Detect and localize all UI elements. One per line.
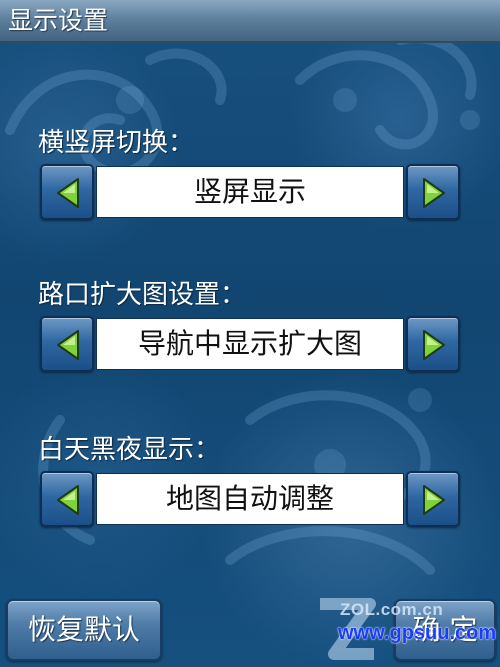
left-arrow-icon (57, 330, 79, 360)
page-title: 显示设置 (8, 6, 109, 35)
orientation-prev-button[interactable] (40, 164, 94, 220)
title-bar: 显示设置 (0, 0, 500, 43)
display-settings-screen: 显示设置 横竖屏切换： 竖屏显示 路口扩大图设置： 导航中显示扩大图 白天黑夜显… (0, 0, 500, 667)
restore-defaults-button[interactable]: 恢复默认 (6, 599, 162, 661)
orientation-value: 竖屏显示 (96, 166, 404, 218)
watermark-url-text: www.gpsuu.com (338, 622, 497, 644)
left-arrow-icon (57, 485, 79, 515)
orientation-label: 横竖屏切换： (38, 128, 195, 158)
watermark-site-text: ZOL.com.cn (340, 600, 444, 619)
day-night-label: 白天黑夜显示： (38, 435, 221, 465)
junction-view-next-button[interactable] (406, 316, 460, 372)
junction-view-selector: 导航中显示扩大图 (40, 316, 460, 372)
orientation-next-button[interactable] (406, 164, 460, 220)
junction-view-value: 导航中显示扩大图 (96, 318, 404, 370)
right-arrow-icon (423, 330, 445, 360)
junction-view-prev-button[interactable] (40, 316, 94, 372)
day-night-next-button[interactable] (406, 471, 460, 527)
right-arrow-icon (423, 485, 445, 515)
day-night-prev-button[interactable] (40, 471, 94, 527)
left-arrow-icon (57, 178, 79, 208)
junction-view-label: 路口扩大图设置： (38, 280, 247, 310)
day-night-selector: 地图自动调整 (40, 471, 460, 527)
day-night-value: 地图自动调整 (96, 473, 404, 525)
right-arrow-icon (423, 178, 445, 208)
orientation-selector: 竖屏显示 (40, 164, 460, 220)
